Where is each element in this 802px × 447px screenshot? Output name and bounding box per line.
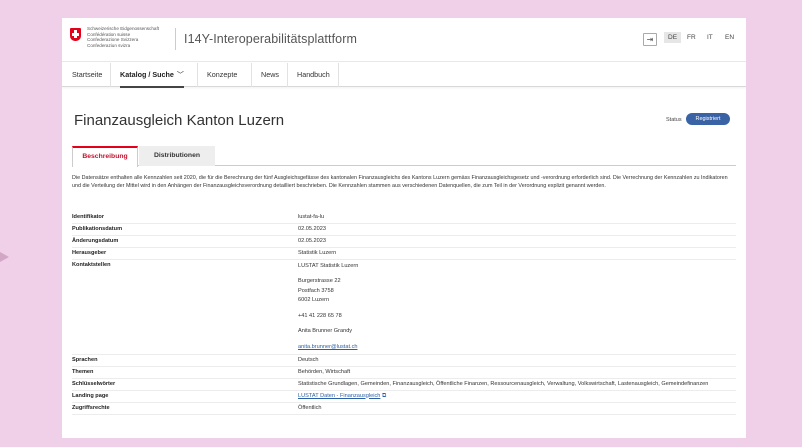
property-label: Sprachen [72,356,98,363]
keywords-text: Statistische Grundlagen, Gemeinden, Fina… [298,381,709,387]
property-value: Öffentlich [298,404,322,411]
confederation-logo-text: Schweizerische Eidgenossenschaft Confédé… [87,26,159,48]
property-label: Änderungsdatum [72,238,119,244]
nav-divider [287,63,288,87]
nav-konzepte[interactable]: Konzepte [207,63,237,87]
property-value: 02.05.2023 [298,226,326,232]
nav-startseite[interactable]: Startseite [72,63,102,87]
property-label: Kontaktstellen [72,262,111,268]
contact-org: LUSTAT Statistik Luzern [298,262,359,269]
property-row-contacts: Kontaktstellen LUSTAT Statistik Luzern B… [72,260,736,355]
property-row: Herausgeber Statistik Luzern [72,248,736,260]
properties-table: Identifikator lustat-fa-lu Publikationsd… [72,212,736,415]
content-tabs: Beschreibung Distributionen [72,146,736,167]
contact-postbox: Postfach 3758 [298,287,334,294]
property-label: Landing page [72,392,109,399]
nav-divider [251,63,252,87]
top-header: Schweizerische Eidgenossenschaft Confédé… [62,18,746,62]
browser-frame: Schweizerische Eidgenossenschaft Confédé… [62,18,746,438]
app-title[interactable]: I14Y-Interoperabilitätsplattform [184,32,357,46]
property-label: Herausgeber [72,250,107,256]
nav-katalog-suche[interactable]: Katalog / Suche ﹀ [120,63,184,88]
property-value: Behörden, Wirtschaft [298,368,351,375]
property-row: Sprachen Deutsch [72,355,736,367]
language-fr[interactable]: FR [687,34,696,41]
nav-news[interactable]: News [261,63,279,87]
language-en[interactable]: EN [725,34,734,41]
confederation-line-rm: Confederaziun svizra [87,42,131,48]
property-value: LUSTAT Daten - Finanzausgleich ⧉ [298,391,736,402]
property-row: Änderungsdatum 02.05.2023 [72,236,736,248]
property-label: Schlüsselwörter [72,380,116,387]
property-label: Identifikator [72,214,105,220]
nav-handbuch[interactable]: Handbuch [297,63,330,87]
property-row: Themen Behörden, Wirtschaft [72,367,736,379]
header-divider [175,28,176,50]
nav-divider [197,63,198,87]
status-badge: Registriert [686,113,730,125]
swiss-flag-icon [70,28,81,41]
left-arrow-marker [0,252,9,262]
contact-street: Burgerstrasse 22 [298,278,341,284]
tab-distributionen[interactable]: Distributionen [139,146,215,166]
status-label: Status [666,117,682,123]
language-de[interactable]: DE [664,32,682,43]
property-row: Zugriffsrechte Öffentlich [72,403,736,415]
landing-page-link[interactable]: LUSTAT Daten - Finanzausgleich [298,393,380,399]
confederation-line-de: Schweizerische Eidgenossenschaft [87,26,160,31]
nav-divider [338,63,339,87]
property-value: Statistik Luzern [298,250,337,256]
contact-block: LUSTAT Statistik Luzern Burgerstrasse 22… [298,260,736,354]
contact-email-link[interactable]: anita.brunner@lustat.ch [298,344,357,350]
property-value: lustat-fa-lu [298,214,325,220]
page-title: Finanzausgleich Kanton Luzern [74,112,285,129]
tab-beschreibung[interactable]: Beschreibung [72,146,138,167]
property-label: Zugriffsrechte [72,404,110,411]
property-label: Publikationsdatum [72,226,123,232]
property-row: Landing page LUSTAT Daten - Finanzausgle… [72,391,736,403]
main-navigation: Startseite Katalog / Suche ﹀ Konzepte New… [62,63,746,88]
dataset-description: Die Datensätze enthalten alle Kennzahlen… [72,175,728,189]
login-icon[interactable]: ⇥ [643,33,657,46]
property-value: Deutsch [298,356,319,363]
property-row: Identifikator lustat-fa-lu [72,212,736,224]
property-row: Publikationsdatum 02.05.2023 [72,224,736,236]
property-row: Schlüsselwörter Statistische Grundlagen,… [72,379,736,391]
property-label: Themen [72,368,94,375]
contact-phone: +41 41 228 65 78 [298,312,342,319]
property-value: 02.05.2023 [298,238,326,244]
nav-katalog-suche-label: Katalog / Suche [120,70,174,79]
contact-city: 6002 Luzern [298,297,330,303]
nav-divider [110,63,111,87]
property-value: Statistische Grundlagen, Gemeinden, Fina… [298,379,736,390]
chevron-down-icon: ﹀ [176,72,184,79]
language-it[interactable]: IT [707,34,713,41]
contact-person: Anita Brunner Grandy [298,328,353,334]
external-link-icon[interactable]: ⧉ [382,393,386,399]
